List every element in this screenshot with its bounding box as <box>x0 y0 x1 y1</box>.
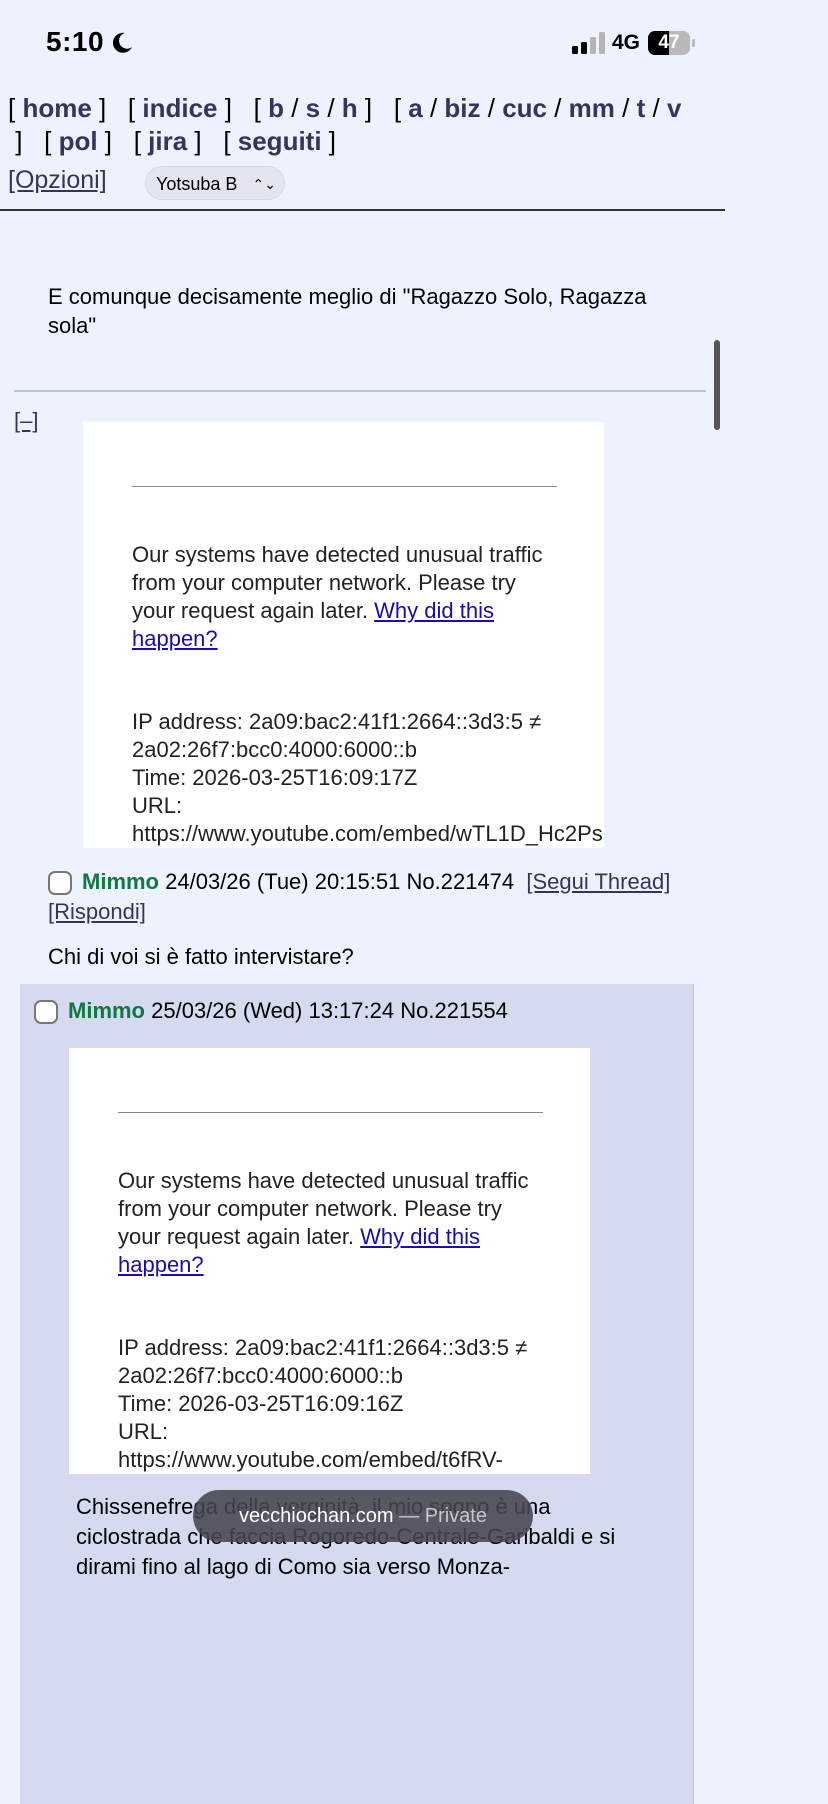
nav-separator: / <box>422 93 445 123</box>
post-datetime: 24/03/26 (Tue) 20:15:51 <box>165 869 401 894</box>
embed-error-message: Our systems have detected unusual traffi… <box>132 541 562 653</box>
follow-thread-link[interactable]: [Segui Thread] <box>526 869 670 894</box>
nav-link-s[interactable]: s <box>306 93 320 123</box>
post-number[interactable]: No.221554 <box>400 998 508 1023</box>
post-checkbox[interactable] <box>48 871 72 895</box>
nav-bracket: [ <box>223 126 238 156</box>
post-info: Mimmo 24/03/26 (Tue) 20:15:51 No.221474 … <box>48 867 688 927</box>
url-bar-pill[interactable]: vecchiochan.com — Private <box>193 1490 533 1542</box>
board-options-row: [Opzioni] Yotsuba B ⌃⌄ <box>8 166 713 202</box>
nav-bracket: [ <box>393 93 409 123</box>
post-divider <box>14 390 706 392</box>
nav-separator: / <box>645 93 667 123</box>
header-divider <box>0 209 725 211</box>
nav-link-seguiti[interactable]: seguiti <box>238 126 322 156</box>
collapse-toggle[interactable]: [–] <box>14 408 38 434</box>
moon-icon <box>112 32 132 53</box>
embed-error-info: IP address: 2a09:bac2:41f1:2664::3d3:5 ≠… <box>118 1335 528 1472</box>
nav-link-mm[interactable]: mm <box>569 93 615 123</box>
nav-link-a[interactable]: a <box>408 93 422 123</box>
post-checkbox[interactable] <box>34 1000 58 1024</box>
nav-bracket: ] <box>187 126 224 156</box>
poster-name: Mimmo <box>68 998 145 1023</box>
nav-link-jira[interactable]: jira <box>148 126 187 156</box>
nav-separator: / <box>614 93 637 123</box>
nav-bracket: ] <box>8 126 45 156</box>
video-embed[interactable]: Our systems have detected unusual traffi… <box>69 1048 590 1474</box>
board-nav: [ home ] [ indice ] [ b / s / h ] [ a / … <box>8 92 713 158</box>
cellular-signal-icon <box>572 32 605 54</box>
style-select-value: Yotsuba B <box>156 174 238 194</box>
embed-rule <box>118 1112 543 1113</box>
nav-link-h[interactable]: h <box>342 93 358 123</box>
browsing-mode: — Private <box>399 1505 487 1527</box>
nav-link-home[interactable]: home <box>22 93 91 123</box>
nav-bracket: ] <box>91 93 128 123</box>
scroll-indicator[interactable] <box>714 340 720 430</box>
nav-separator: / <box>547 93 569 123</box>
nav-bracket: ] <box>97 126 134 156</box>
nav-link-cuc[interactable]: cuc <box>502 93 547 123</box>
nav-separator: / <box>320 93 342 123</box>
nav-bracket: [ <box>127 93 143 123</box>
embed-error-message: Our systems have detected unusual traffi… <box>118 1167 548 1279</box>
battery-level: 47 <box>658 32 680 53</box>
post-datetime: 25/03/26 (Wed) 13:17:24 <box>151 998 395 1023</box>
nav-bracket: ] <box>357 93 394 123</box>
status-time: 5:10 <box>46 26 105 57</box>
options-link[interactable]: [Opzioni] <box>8 166 107 195</box>
style-select[interactable]: Yotsuba B ⌃⌄ <box>145 166 285 200</box>
poster-name: Mimmo <box>82 869 159 894</box>
chevron-updown-icon: ⌃⌄ <box>252 176 276 192</box>
nav-bracket: ] <box>321 126 358 156</box>
nav-link-biz[interactable]: biz <box>444 93 480 123</box>
video-embed[interactable]: Our systems have detected unusual traffi… <box>83 422 604 848</box>
post-info: Mimmo 25/03/26 (Wed) 13:17:24 No.221554 <box>34 996 674 1026</box>
embed-rule <box>132 486 557 487</box>
nav-link-v[interactable]: v <box>667 93 681 123</box>
reply-link[interactable]: [Rispondi] <box>48 899 146 924</box>
nav-link-indice[interactable]: indice <box>142 93 217 123</box>
nav-bracket: [ <box>253 93 269 123</box>
nav-bracket: [ <box>133 126 149 156</box>
status-bar: 5:10 4G 47 <box>0 0 725 80</box>
post-comment: Chi di voi si è fatto intervistare? <box>48 944 354 969</box>
reply-post: Mimmo 25/03/26 (Wed) 13:17:24 No.221554 … <box>20 984 694 1804</box>
nav-link-pol[interactable]: pol <box>59 126 98 156</box>
embed-error-info: IP address: 2a09:bac2:41f1:2664::3d3:5 ≠… <box>132 709 603 846</box>
nav-bracket: [ <box>8 93 23 123</box>
network-type: 4G <box>612 31 641 54</box>
previous-post-comment: E comunque decisamente meglio di "Ragazz… <box>48 284 647 338</box>
nav-bracket: ] <box>217 93 254 123</box>
nav-bracket: [ <box>44 126 59 156</box>
post-number[interactable]: No.221474 <box>407 869 515 894</box>
nav-link-t[interactable]: t <box>637 93 646 123</box>
nav-separator: / <box>283 93 306 123</box>
nav-separator: / <box>480 93 503 123</box>
nav-link-b[interactable]: b <box>268 93 284 123</box>
url-domain: vecchiochan.com <box>239 1505 394 1527</box>
